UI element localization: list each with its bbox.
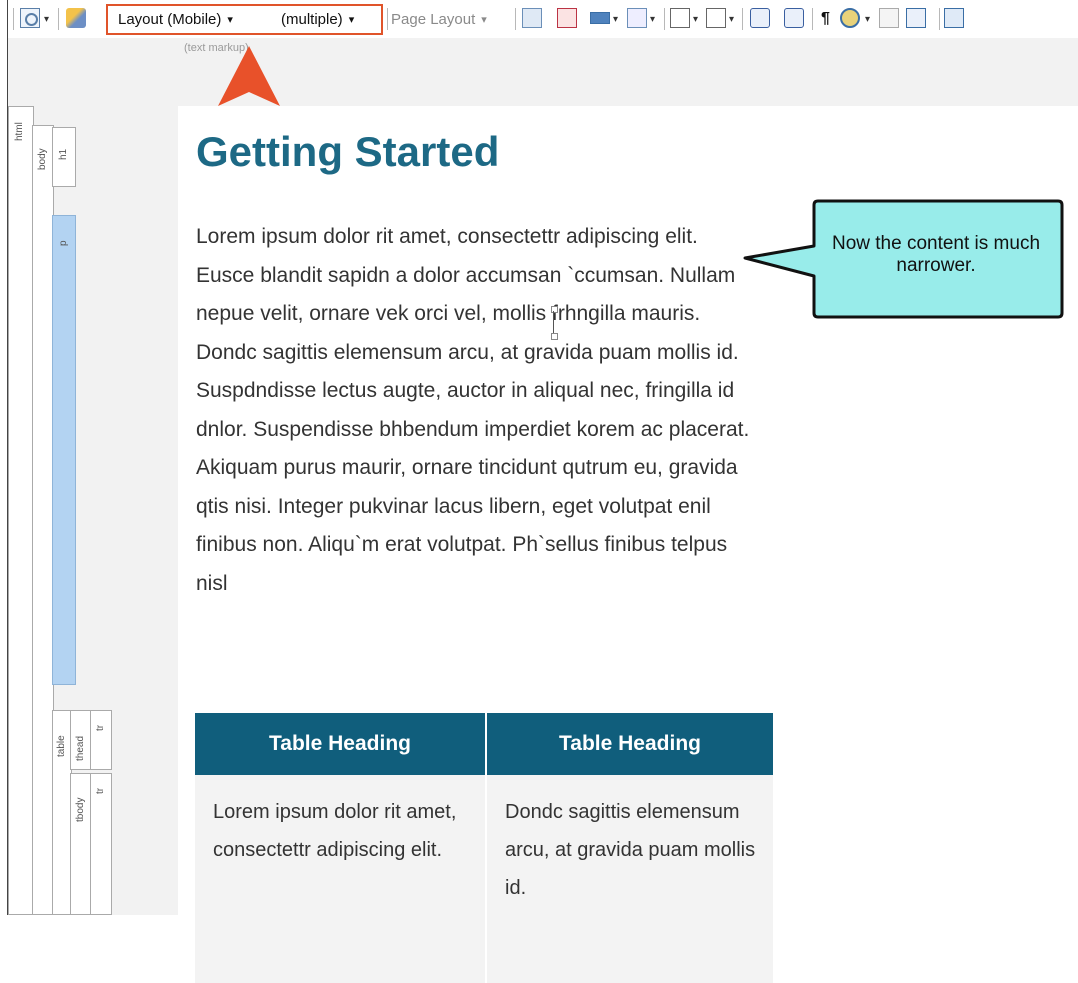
- preview-icon[interactable]: [20, 8, 40, 28]
- track-label: html: [14, 122, 25, 141]
- track-label: tr: [95, 724, 106, 731]
- toolbar-separator: [387, 8, 388, 30]
- track-tbody[interactable]: tbody: [70, 773, 92, 915]
- pointer-arrow-icon: [218, 46, 280, 106]
- toolbar-separator: [812, 8, 813, 30]
- table-header-row: Table Heading Table Heading: [195, 713, 773, 775]
- insert-equation-icon[interactable]: [627, 8, 647, 28]
- toolbar-separator: [742, 8, 743, 30]
- insert-table-icon[interactable]: [944, 8, 964, 28]
- page-title[interactable]: Getting Started: [196, 128, 499, 176]
- track-thead-tr[interactable]: tr: [90, 710, 112, 770]
- track-label: body: [37, 148, 48, 170]
- track-table[interactable]: table: [52, 710, 72, 915]
- insert-snippet-icon[interactable]: [557, 8, 577, 28]
- text-cursor: [553, 311, 554, 333]
- table-cell[interactable]: Dondc sagittis elemensum arcu, at gravid…: [485, 775, 773, 983]
- track-tbody-tr[interactable]: tr: [90, 773, 112, 915]
- collapse-blocks-icon[interactable]: [906, 8, 926, 28]
- track-body[interactable]: body: [32, 125, 54, 915]
- content-table[interactable]: Table Heading Table Heading Lorem ipsum …: [195, 713, 773, 983]
- toolbar-separator: [58, 8, 59, 30]
- text-cursor-handle: [551, 333, 558, 340]
- insert-image-icon[interactable]: [522, 8, 542, 28]
- track-thead[interactable]: thead: [70, 710, 92, 770]
- track-label: thead: [75, 735, 86, 761]
- insert-index-keyword-icon[interactable]: [750, 8, 770, 28]
- conditions-icon[interactable]: [66, 8, 86, 28]
- table-heading-cell[interactable]: Table Heading: [195, 713, 486, 775]
- table-row: Lorem ipsum dolor rit amet, consectettr …: [195, 775, 773, 983]
- show-tags-pilcrow-icon[interactable]: ¶: [821, 0, 830, 38]
- table-heading-cell[interactable]: Table Heading: [485, 713, 773, 775]
- multimedia-dropdown-arrow[interactable]: ▾: [613, 14, 618, 25]
- preview-dropdown-arrow[interactable]: ▾: [44, 14, 49, 25]
- expand-blocks-icon[interactable]: [879, 8, 899, 28]
- equation-dropdown-arrow[interactable]: ▾: [650, 14, 655, 25]
- body-paragraph[interactable]: Lorem ipsum dolor rit amet, consectettr …: [196, 218, 761, 603]
- insert-variable-icon[interactable]: [706, 8, 726, 28]
- insert-field-icon[interactable]: [670, 8, 690, 28]
- toolbar-separator: [13, 8, 14, 30]
- structure-bar-edge: [0, 0, 8, 915]
- markup-dropdown-arrow[interactable]: ▾: [865, 14, 870, 25]
- variable-dropdown-arrow[interactable]: ▾: [729, 14, 734, 25]
- toolbar-separator: [664, 8, 665, 30]
- insert-concept-icon[interactable]: [784, 8, 804, 28]
- page-layout-dropdown[interactable]: Page Layout ▾: [391, 0, 487, 38]
- toolbar-separator: [515, 8, 516, 30]
- table-cell[interactable]: Lorem ipsum dolor rit amet, consectettr …: [195, 775, 486, 983]
- field-dropdown-arrow[interactable]: ▾: [693, 14, 698, 25]
- track-label: h1: [58, 148, 69, 160]
- show-hide-markup-icon[interactable]: [840, 8, 860, 28]
- track-label: p: [58, 240, 69, 246]
- page-layout-label: Page Layout: [391, 10, 476, 28]
- track-html[interactable]: html: [8, 106, 34, 915]
- toolbar-separator: [939, 8, 940, 30]
- track-label: table: [56, 735, 67, 757]
- track-label: tbody: [75, 797, 86, 822]
- track-p[interactable]: p: [52, 215, 76, 685]
- chevron-down-icon: ▾: [481, 13, 487, 26]
- insert-multimedia-icon[interactable]: [590, 12, 610, 24]
- layout-highlight-box: [106, 4, 383, 35]
- track-h1[interactable]: h1: [52, 127, 76, 187]
- track-label: tr: [95, 787, 106, 794]
- callout-text: Now the content is much narrower.: [831, 233, 1041, 276]
